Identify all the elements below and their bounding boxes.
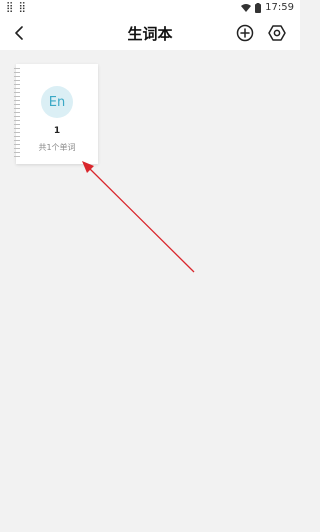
settings-icon (268, 25, 286, 41)
wifi-icon (241, 3, 252, 12)
language-label: En (48, 94, 66, 110)
notebook-name: 1 (53, 126, 61, 136)
page-title: 生词本 (127, 25, 173, 43)
language-badge: En (41, 86, 73, 118)
status-time: 17:59 (265, 2, 294, 13)
battery-icon (255, 2, 262, 13)
top-app-bar: 生词本 (0, 16, 300, 50)
status-bar-notification-icons: ⣿ ⣿ (6, 2, 27, 13)
settings-button[interactable] (268, 24, 286, 42)
notebook-grid: En 1 共1个单词 (0, 50, 300, 532)
status-bar: ⣿ ⣿ 17:59 (0, 0, 300, 16)
notebook-word-count: 共1个单词 (38, 143, 76, 152)
plus-circle-icon (236, 24, 254, 42)
add-notebook-button[interactable] (236, 24, 254, 42)
notebook-card[interactable]: En 1 共1个单词 (14, 64, 98, 164)
status-bar-right: 17:59 (241, 2, 294, 13)
